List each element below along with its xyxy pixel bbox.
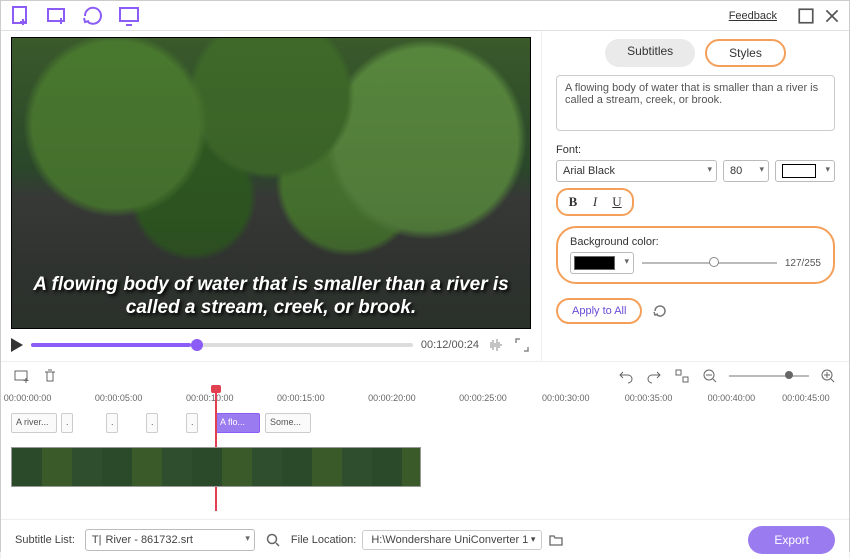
zoom-knob[interactable] <box>785 371 793 379</box>
close-icon[interactable] <box>823 7 841 25</box>
snap-icon[interactable] <box>673 367 691 385</box>
file-location-select[interactable]: H:\Wondershare UniConverter 1 <box>362 530 542 550</box>
folder-icon[interactable] <box>548 532 564 548</box>
subtitle-clip[interactable]: Some... <box>265 413 311 433</box>
subtitle-list-select[interactable]: T|River - 861732.srt <box>85 529 255 551</box>
tick: 00:00:45:00 <box>782 393 830 403</box>
panel-tabs: Subtitles Styles <box>556 39 835 67</box>
reset-icon[interactable] <box>652 303 668 319</box>
import-file-icon[interactable] <box>9 4 33 28</box>
tick: 00:00:05:00 <box>95 393 143 403</box>
apply-all-button[interactable]: Apply to All <box>556 298 642 324</box>
file-location-label: File Location: <box>291 534 356 546</box>
tick: 00:00:00:00 <box>4 393 52 403</box>
seek-bar[interactable] <box>31 343 413 347</box>
import-media-icon[interactable] <box>45 4 69 28</box>
tick: 00:00:40:00 <box>708 393 756 403</box>
zoom-in-icon[interactable] <box>819 367 837 385</box>
tick: 00:00:25:00 <box>459 393 507 403</box>
time-display: 00:12/00:24 <box>421 339 479 351</box>
video-column: A flowing body of water that is smaller … <box>1 31 541 361</box>
tick: 00:00:15:00 <box>277 393 325 403</box>
feedback-link[interactable]: Feedback <box>729 10 777 22</box>
bg-color-swatch <box>574 256 615 270</box>
side-panel: Subtitles Styles Font: Arial Black 80 B … <box>541 31 849 361</box>
background-label: Background color: <box>570 236 821 248</box>
subtitle-clip[interactable]: . <box>61 413 73 433</box>
underline-button[interactable]: U <box>608 193 626 211</box>
format-buttons: B I U <box>556 188 634 216</box>
bottom-bar: Subtitle List: T|River - 861732.srt File… <box>1 519 849 559</box>
bg-color-select[interactable] <box>570 252 634 274</box>
tick: 00:00:35:00 <box>625 393 673 403</box>
font-color-swatch <box>782 164 816 178</box>
zoom-out-icon[interactable] <box>701 367 719 385</box>
time-ruler: 00:00:00:00 00:00:05:00 00:00:10:00 00:0… <box>11 393 839 409</box>
bold-button[interactable]: B <box>564 193 582 211</box>
tick: 00:00:10:00 <box>186 393 234 403</box>
sync-icon[interactable] <box>81 4 105 28</box>
tab-styles[interactable]: Styles <box>705 39 786 67</box>
subtitle-clip[interactable]: . <box>186 413 198 433</box>
italic-button[interactable]: I <box>586 193 604 211</box>
tick: 00:00:30:00 <box>542 393 590 403</box>
main-area: A flowing body of water that is smaller … <box>1 31 849 361</box>
zoom-slider[interactable] <box>729 375 809 377</box>
subtitle-list-label: Subtitle List: <box>15 534 75 546</box>
font-size-select[interactable]: 80 <box>723 160 769 182</box>
undo-icon[interactable] <box>617 367 635 385</box>
background-section: Background color: 127/255 <box>556 226 835 284</box>
subtitle-clip-active[interactable]: A flo... <box>215 413 260 433</box>
add-subtitle-icon[interactable] <box>13 367 31 385</box>
font-color-select[interactable] <box>775 160 835 182</box>
subtitle-clip[interactable]: . <box>106 413 118 433</box>
subtitle-track: A river... . . . . A flo... Some... <box>11 413 839 435</box>
font-label: Font: <box>556 144 835 156</box>
video-thumbnail-track[interactable] <box>11 447 421 487</box>
font-family-select[interactable]: Arial Black <box>556 160 717 182</box>
seek-fill <box>31 343 191 347</box>
play-button[interactable] <box>11 338 23 352</box>
subtitle-overlay: A flowing body of water that is smaller … <box>12 273 530 321</box>
timeline-toolbar <box>1 361 849 389</box>
video-preview[interactable]: A flowing body of water that is smaller … <box>11 37 531 329</box>
search-icon[interactable] <box>265 532 281 548</box>
maximize-icon[interactable] <box>797 7 815 25</box>
delete-icon[interactable] <box>41 367 59 385</box>
title-bar: Feedback <box>1 1 849 31</box>
redo-icon[interactable] <box>645 367 663 385</box>
seek-knob[interactable] <box>191 339 203 351</box>
tick: 00:00:20:00 <box>368 393 416 403</box>
tab-subtitles[interactable]: Subtitles <box>605 39 695 67</box>
export-button[interactable]: Export <box>748 526 835 554</box>
playback-controls: 00:12/00:24 <box>11 329 531 357</box>
opacity-slider[interactable] <box>642 262 777 264</box>
subtitle-clip[interactable]: . <box>146 413 158 433</box>
subtitle-clip[interactable]: A river... <box>11 413 57 433</box>
opacity-knob[interactable] <box>709 257 719 267</box>
opacity-value: 127/255 <box>785 258 821 269</box>
expand-icon[interactable] <box>513 336 531 354</box>
subtitle-text-input[interactable] <box>556 75 835 131</box>
waveform-icon[interactable] <box>487 336 505 354</box>
timeline[interactable]: 00:00:00:00 00:00:05:00 00:00:10:00 00:0… <box>1 389 849 519</box>
screen-icon[interactable] <box>117 4 141 28</box>
